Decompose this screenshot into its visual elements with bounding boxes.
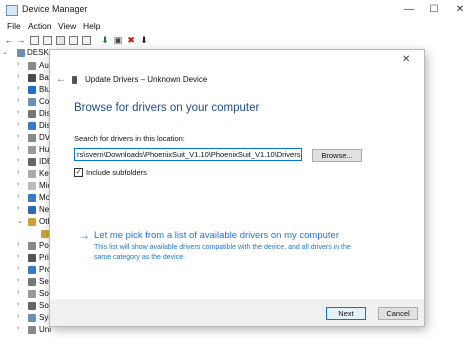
- monitor-icon: [28, 194, 36, 202]
- device-icon: [72, 76, 77, 84]
- computer-icon: [17, 49, 25, 57]
- dialog-footer: [50, 299, 424, 326]
- network-icon: [28, 206, 36, 214]
- mouse-icon: [28, 182, 36, 190]
- include-subfolders-label: Include subfolders: [86, 168, 147, 177]
- expand-icon[interactable]: ›: [17, 85, 19, 92]
- dialog-back-icon[interactable]: ←: [56, 74, 66, 85]
- expand-icon[interactable]: ›: [17, 325, 19, 332]
- other-devices-icon: [28, 218, 36, 226]
- pick-from-list-description: This list will show available drivers co…: [94, 244, 351, 261]
- expand-icon[interactable]: ›: [17, 241, 19, 248]
- expand-icon[interactable]: ›: [17, 289, 19, 296]
- next-button[interactable]: Next: [326, 307, 366, 320]
- tree-item-label: Uni: [39, 325, 52, 334]
- expand-icon[interactable]: ›: [17, 61, 19, 68]
- pick-from-list-link[interactable]: Let me pick from a list of available dri…: [94, 230, 339, 241]
- sound-icon: [28, 302, 36, 310]
- expand-icon[interactable]: ›: [17, 265, 19, 272]
- computer-icon: [28, 98, 36, 106]
- dialog-heading: Browse for drivers on your computer: [74, 102, 260, 114]
- software-icon: [28, 290, 36, 298]
- toolbar: ← → ⬇ ▣ ✖ ⬇: [0, 34, 474, 48]
- menu-action[interactable]: Action: [28, 21, 52, 31]
- ide-icon: [28, 158, 36, 166]
- expand-icon[interactable]: ›: [17, 121, 19, 128]
- forward-arrow-icon[interactable]: →: [16, 35, 26, 45]
- device-manager-icon: [6, 5, 18, 16]
- expand-icon[interactable]: ›: [17, 277, 19, 284]
- tree-item[interactable]: › Uni: [0, 325, 60, 336]
- back-arrow-icon[interactable]: ←: [4, 35, 14, 45]
- audio-icon: [28, 62, 36, 70]
- view-icon[interactable]: [69, 36, 78, 45]
- scan-hardware-icon[interactable]: ▣: [113, 35, 123, 45]
- system-icon: [28, 314, 36, 322]
- search-location-label: Search for drivers in this location:: [74, 134, 185, 143]
- expand-icon[interactable]: ›: [17, 301, 19, 308]
- expand-icon[interactable]: ›: [17, 109, 19, 116]
- battery-icon: [28, 74, 36, 82]
- expand-icon[interactable]: ›: [17, 133, 19, 140]
- keyboard-icon: [28, 170, 36, 178]
- properties-icon[interactable]: [30, 36, 39, 45]
- dialog-close-button[interactable]: ✕: [402, 54, 410, 65]
- processor-icon: [28, 266, 36, 274]
- expand-icon[interactable]: ›: [17, 169, 19, 176]
- warning-device-icon: [41, 230, 49, 238]
- collapse-icon[interactable]: ⌄: [2, 48, 8, 56]
- expand-icon[interactable]: ›: [17, 205, 19, 212]
- expand-icon[interactable]: ›: [17, 145, 19, 152]
- dialog-header: Update Drivers – Unknown Device: [85, 75, 208, 84]
- show-hide-icon[interactable]: [43, 36, 52, 45]
- collapse-icon[interactable]: ⌄: [17, 217, 23, 225]
- browse-button[interactable]: Browse...: [312, 149, 362, 162]
- ports-icon: [28, 242, 36, 250]
- dvd-icon: [28, 134, 36, 142]
- download-icon[interactable]: ⬇: [139, 35, 149, 45]
- menu-view[interactable]: View: [58, 21, 76, 31]
- expand-icon[interactable]: ›: [17, 97, 19, 104]
- expand-icon[interactable]: ›: [17, 193, 19, 200]
- usb-icon: [28, 326, 36, 334]
- bluetooth-icon: [28, 86, 36, 94]
- security-icon: [28, 278, 36, 286]
- expand-icon[interactable]: ›: [17, 157, 19, 164]
- monitor-icon[interactable]: [82, 36, 91, 45]
- printer-icon: [28, 254, 36, 262]
- cancel-button[interactable]: Cancel: [378, 307, 418, 320]
- window-title: Device Manager: [22, 4, 88, 14]
- driver-path-input[interactable]: rs\svern\Downloads\PhoenixSuit_V1.10\Pho…: [74, 148, 302, 161]
- human-interface-icon: [28, 146, 36, 154]
- display-icon: [28, 122, 36, 130]
- uninstall-icon[interactable]: ✖: [126, 35, 136, 45]
- expand-icon[interactable]: ›: [17, 181, 19, 188]
- title-bar: Device Manager — ☐ ✕: [0, 0, 474, 20]
- expand-icon[interactable]: ›: [17, 253, 19, 260]
- update-driver-icon[interactable]: ⬇: [100, 35, 110, 45]
- update-drivers-dialog: ✕ ← Update Drivers – Unknown Device Brow…: [50, 50, 424, 326]
- menu-file[interactable]: File: [7, 21, 21, 31]
- close-button[interactable]: ✕: [447, 0, 473, 20]
- menu-help[interactable]: Help: [83, 21, 100, 31]
- help-icon[interactable]: [56, 36, 65, 45]
- maximize-button[interactable]: ☐: [421, 0, 447, 20]
- expand-icon[interactable]: ›: [17, 313, 19, 320]
- disk-icon: [28, 110, 36, 118]
- include-subfolders-checkbox[interactable]: ✓: [74, 168, 83, 177]
- expand-icon[interactable]: ›: [17, 73, 19, 80]
- device-manager-window: Device Manager — ☐ ✕ File Action View He…: [0, 0, 474, 348]
- minimize-button[interactable]: —: [396, 0, 422, 20]
- pick-arrow-icon[interactable]: →: [78, 228, 90, 242]
- menu-bar: File Action View Help: [0, 20, 474, 33]
